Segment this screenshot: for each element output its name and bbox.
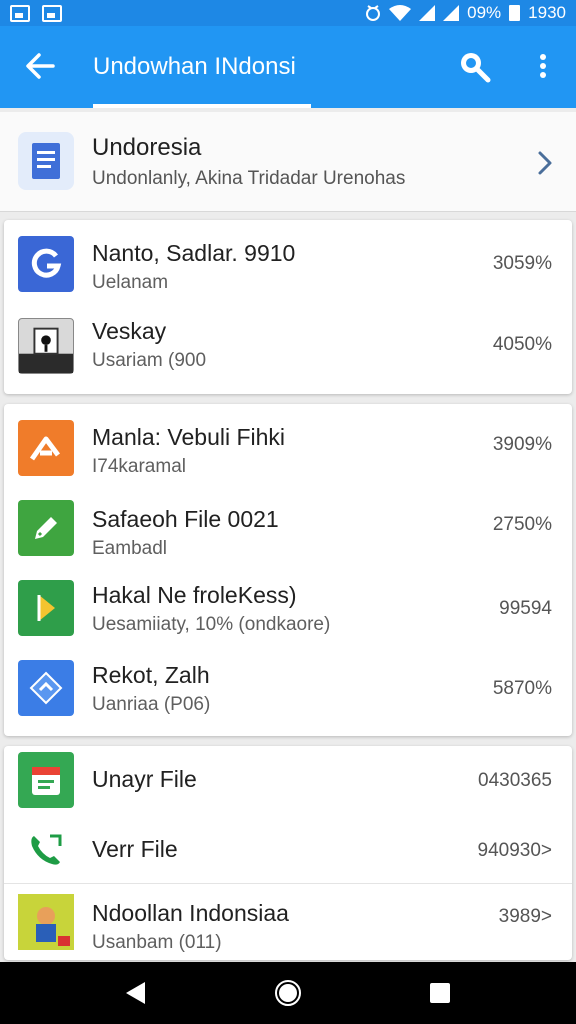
item-subtitle: Usariam (900: [92, 350, 207, 371]
item-value: 0430365: [478, 770, 552, 791]
item-name: Nanto, Sadlar. 9910: [92, 240, 296, 266]
item-name: Manla: Vebuli Fihki: [92, 424, 286, 450]
more-vert-icon: [540, 54, 546, 78]
item-value: 2750%: [492, 514, 552, 535]
back-triangle-icon: [126, 982, 145, 1004]
battery-percent: 09%: [467, 3, 502, 22]
item-value: 3989>: [498, 906, 552, 927]
diamond-icon: [18, 660, 74, 716]
item-value: 99594: [499, 598, 552, 619]
edit-icon: [18, 500, 74, 556]
item-name: Hakal Ne froleKess): [92, 582, 297, 608]
item-value: 3059%: [492, 253, 552, 274]
item-subtitle: Uanriaa (P06): [92, 694, 211, 715]
item-subtitle: I74karamal: [92, 456, 186, 477]
search-icon: [461, 53, 491, 83]
item-name: Veskay: [92, 318, 167, 344]
summary-subtitle: Undonlanly, Akina Tridadar Urenohas: [92, 168, 406, 189]
item-name: Unayr File: [92, 766, 197, 792]
clock: 1930: [528, 3, 566, 22]
tab-indicator: [93, 104, 311, 108]
list-card-1: Nanto, Sadlar. 9910 Uelanam 3059% Veskay…: [4, 220, 572, 394]
wifi-icon: [389, 5, 412, 21]
page-title: Undowhan INdonsi: [93, 53, 296, 80]
search-button[interactable]: [456, 48, 492, 84]
alarm-icon: [366, 5, 381, 21]
item-subtitle: Uesamiiaty, 10% (ondkaore): [92, 614, 331, 635]
gallery-notification-icon: [42, 4, 62, 22]
list-item[interactable]: Verr File 940930>: [4, 816, 572, 884]
play-icon: [18, 580, 74, 636]
phone-icon: [18, 822, 74, 878]
item-name: Ndoollan Indonsiaa: [92, 900, 289, 926]
list-item[interactable]: Veskay Usariam (900 4050%: [4, 306, 572, 394]
item-value: 940930>: [477, 840, 553, 861]
arrow-left-icon: [26, 53, 55, 79]
list-item[interactable]: Ndoollan Indonsiaa Usanbam (011) 3989>: [4, 884, 572, 960]
signal-icon: [419, 5, 436, 21]
item-value: 5870%: [492, 678, 552, 699]
item-value: 4050%: [492, 334, 552, 355]
item-name: Safaeoh File 0021: [92, 506, 279, 532]
summary-title: Undoresia: [92, 134, 202, 161]
home-circle-icon: [275, 980, 301, 1006]
signal-icon-2: [443, 5, 460, 21]
item-subtitle: Eambadl: [92, 538, 167, 559]
item-subtitle: Uelanam: [92, 272, 169, 293]
back-button[interactable]: [22, 48, 58, 84]
recents-square-icon: [430, 983, 450, 1003]
app-bar: Undowhan INdonsi: [0, 26, 576, 108]
summary-row[interactable]: Undoresia Undonlanly, Akina Tridadar Ure…: [0, 112, 576, 212]
item-name: Rekot, Zalh: [92, 662, 210, 688]
overflow-menu-button[interactable]: [528, 48, 558, 84]
list-item[interactable]: Unayr File 0430365: [4, 746, 572, 816]
g-letter-icon: [18, 236, 74, 292]
item-name: Verr File: [92, 836, 178, 862]
system-nav-bar: [0, 962, 576, 1024]
nav-recents-button[interactable]: [423, 976, 457, 1010]
map-pin-icon: [18, 318, 74, 374]
item-value: 3909%: [492, 434, 552, 455]
item-subtitle: Usanbam (011): [92, 932, 222, 953]
list-item[interactable]: Hakal Ne froleKess) Uesamiiaty, 10% (ond…: [4, 566, 572, 646]
list-item[interactable]: Rekot, Zalh Uanriaa (P06) 5870%: [4, 646, 572, 736]
list-item[interactable]: Manla: Vebuli Fihki I74karamal 3909%: [4, 404, 572, 486]
image-notification-icon: [10, 4, 30, 22]
nav-back-button[interactable]: [118, 976, 152, 1010]
arrow-icon: [18, 420, 74, 476]
list-card-3: Unayr File 0430365 Verr File 940930> Ndo…: [4, 746, 572, 960]
list-card-2: Manla: Vebuli Fihki I74karamal 3909% Saf…: [4, 404, 572, 736]
document-icon: [18, 132, 74, 190]
chevron-right-icon[interactable]: [534, 148, 556, 178]
nav-home-button[interactable]: [271, 976, 305, 1010]
status-bar: 09% 1930: [0, 0, 576, 26]
calendar-icon: [18, 752, 74, 808]
list-item[interactable]: Nanto, Sadlar. 9910 Uelanam 3059%: [4, 220, 572, 306]
list-item[interactable]: Safaeoh File 0021 Eambadl 2750%: [4, 486, 572, 566]
battery-icon: [509, 5, 521, 21]
game-icon: [18, 894, 74, 950]
